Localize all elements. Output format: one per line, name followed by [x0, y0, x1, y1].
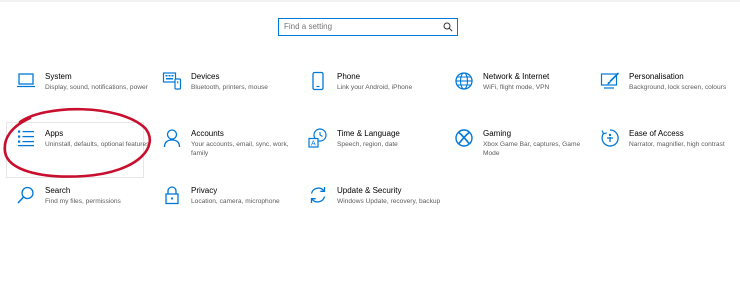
tile-description: Find my files, permissions: [45, 198, 121, 205]
tile-title: Apps: [45, 129, 64, 138]
phone-icon: [308, 71, 328, 91]
tile-personalisation[interactable]: Personalisation Background, lock screen,…: [600, 71, 734, 121]
tile-title: Personalisation: [629, 72, 684, 81]
tile-title: Privacy: [191, 186, 218, 195]
devices-icon: [162, 71, 182, 91]
tile-description: Speech, region, date: [337, 141, 398, 148]
tile-title: Phone: [337, 72, 361, 81]
tile-description: Uninstall, defaults, optional features: [45, 141, 150, 148]
tile-devices[interactable]: Devices Bluetooth, printers, mouse: [162, 71, 296, 121]
tile-title: Devices: [191, 72, 220, 81]
apps-list-icon: [16, 128, 36, 148]
tile-phone[interactable]: Phone Link your Android, iPhone: [308, 71, 442, 121]
lock-icon: [162, 185, 182, 205]
tile-description: Background, lock screen, colours: [629, 84, 727, 91]
sync-icon: [308, 185, 328, 205]
search-icon: [16, 185, 36, 205]
tile-privacy[interactable]: Privacy Location, camera, microphone: [162, 185, 296, 235]
tile-title: Gaming: [483, 129, 512, 138]
tile-update-security[interactable]: Update & Security Windows Update, recove…: [308, 185, 442, 235]
tile-description: Your accounts, email, sync, work, family: [191, 141, 289, 158]
time-language-icon: A: [308, 128, 328, 148]
person-icon: [162, 128, 182, 148]
tile-description: Windows Update, recovery, backup: [337, 198, 441, 205]
tile-description: Xbox Game Bar, captures, Game Mode: [483, 141, 581, 158]
tile-accounts[interactable]: Accounts Your accounts, email, sync, wor…: [162, 128, 296, 178]
tile-apps[interactable]: Apps Uninstall, defaults, optional featu…: [16, 128, 150, 178]
tile-title: Ease of Access: [629, 129, 684, 138]
search-placeholder: Find a setting: [284, 22, 333, 31]
tile-system[interactable]: System Display, sound, notifications, po…: [16, 71, 150, 121]
laptop-icon: [16, 71, 36, 91]
find-setting-search-box[interactable]: Find a setting: [278, 18, 458, 36]
tile-network[interactable]: Network & Internet WiFi, flight mode, VP…: [454, 71, 588, 121]
tile-description: Display, sound, notifications, power: [45, 84, 148, 91]
tile-description: WiFi, flight mode, VPN: [483, 84, 550, 91]
tile-description: Link your Android, iPhone: [337, 84, 413, 91]
tile-title: Accounts: [191, 129, 224, 138]
search-icon: [443, 22, 453, 32]
tile-search[interactable]: Search Find my files, permissions: [16, 185, 150, 235]
tile-description: Narrator, magnifier, high contrast: [629, 141, 725, 148]
tile-title: System: [45, 72, 72, 81]
xbox-icon: [454, 128, 474, 148]
globe-icon: [454, 71, 474, 91]
tile-title: Time & Language: [337, 129, 400, 138]
svg-text:A: A: [311, 141, 316, 148]
ease-of-access-icon: [600, 128, 620, 148]
tile-ease-of-access[interactable]: Ease of Access Narrator, magnifier, high…: [600, 128, 734, 178]
tile-title: Update & Security: [337, 186, 402, 195]
tile-title: Search: [45, 186, 71, 195]
tile-gaming[interactable]: Gaming Xbox Game Bar, captures, Game Mod…: [454, 128, 588, 178]
paintbrush-icon: [600, 71, 620, 91]
tile-description: Bluetooth, printers, mouse: [191, 84, 268, 91]
window-top-border: [0, 0, 740, 2]
tile-description: Location, camera, microphone: [191, 198, 280, 205]
tile-title: Network & Internet: [483, 72, 550, 81]
tile-time-language[interactable]: A Time & Language Speech, region, date: [308, 128, 442, 178]
